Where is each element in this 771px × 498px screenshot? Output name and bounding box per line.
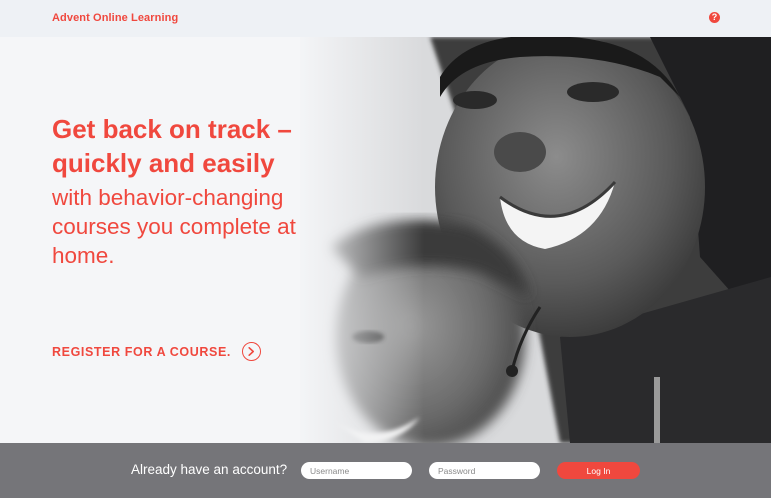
login-bar: Already have an account? Log In xyxy=(0,443,771,498)
register-course-link[interactable]: REGISTER FOR A COURSE. xyxy=(52,342,261,361)
top-header: Advent Online Learning ? xyxy=(0,0,771,37)
help-icon[interactable]: ? xyxy=(709,12,720,23)
password-input[interactable] xyxy=(429,462,540,479)
login-prompt: Already have an account? xyxy=(131,462,288,477)
register-course-label: REGISTER FOR A COURSE. xyxy=(52,344,231,359)
brand-logo-text[interactable]: Advent Online Learning xyxy=(52,12,178,24)
hero-subhead: with behavior-changing courses you compl… xyxy=(52,185,296,268)
username-input[interactable] xyxy=(301,462,412,479)
chevron-right-circle-icon[interactable] xyxy=(241,342,261,361)
login-button[interactable]: Log In xyxy=(557,462,640,479)
hero-headline-line1: Get back on track – xyxy=(52,114,292,144)
hero-headline-line2: quickly and easily xyxy=(52,148,275,178)
hero-section: Get back on track – quickly and easily w… xyxy=(0,37,771,443)
hero-headline: Get back on track – quickly and easily xyxy=(52,112,372,180)
